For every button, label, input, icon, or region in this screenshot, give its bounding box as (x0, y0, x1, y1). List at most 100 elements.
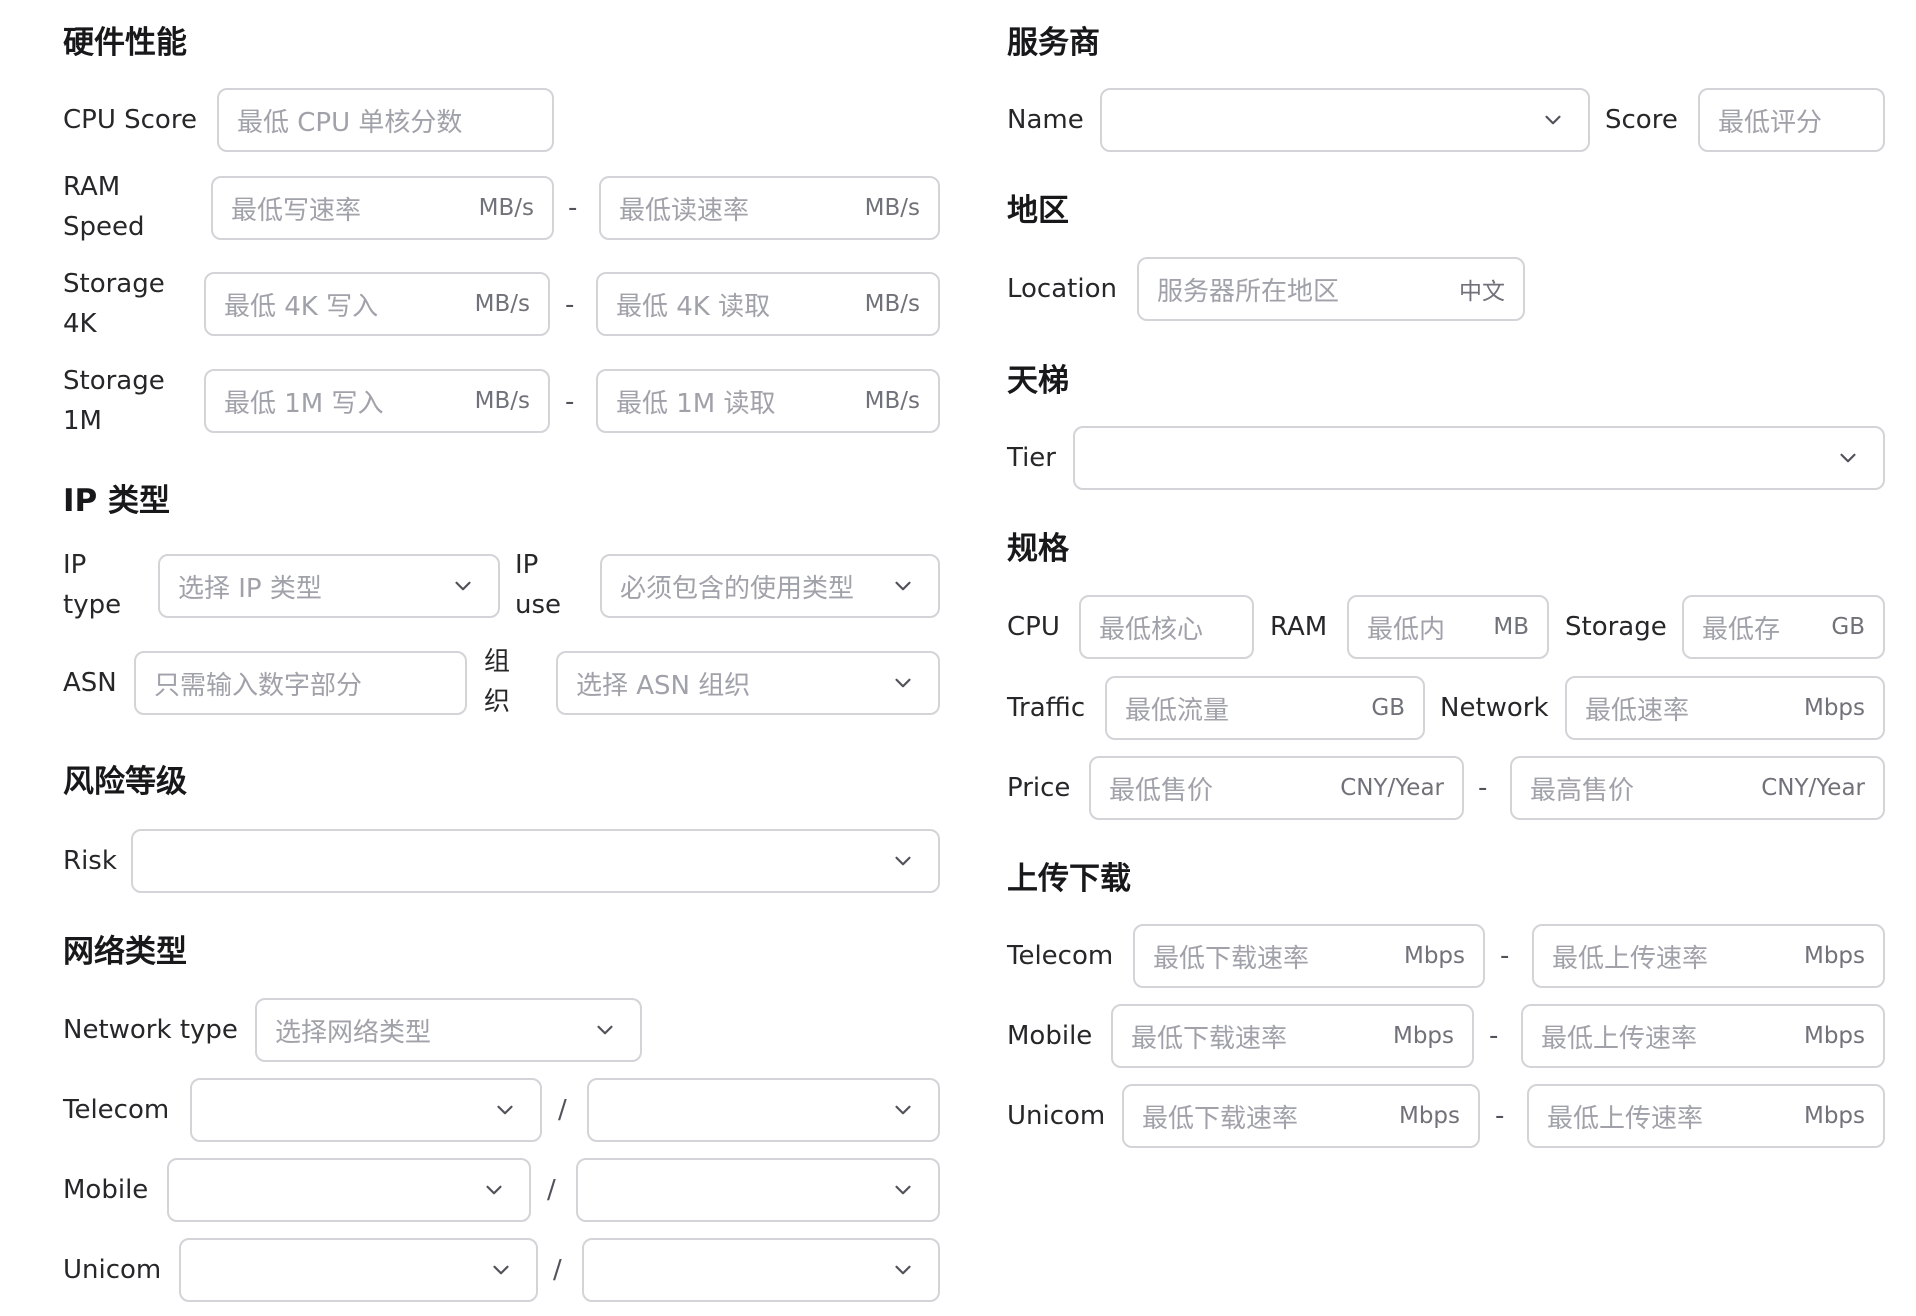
risk-select[interactable] (131, 829, 940, 893)
spec-network-input[interactable]: 最低速率 Mbps (1565, 676, 1885, 740)
provider-score-label: Score (1605, 105, 1678, 135)
mobile-min-upload-input[interactable]: 最低上传速率 Mbps (1521, 1004, 1885, 1068)
unit-label: Mbps (1392, 1023, 1454, 1049)
unit-label: MB/s (864, 291, 920, 317)
storage-4k-min-read-input[interactable]: 最低 4K 读取 MB/s (596, 272, 940, 336)
ram-min-write-input[interactable]: 最低写速率 MB/s (211, 176, 554, 240)
unit-label: CNY/Year (1761, 775, 1865, 801)
tier-select[interactable] (1073, 426, 1885, 490)
storage-4k-min-read-placeholder: 最低 4K 读取 (616, 291, 771, 322)
chevron-down-icon (492, 1097, 518, 1123)
ip-use-label-line1: IP (515, 550, 539, 580)
language-tag[interactable]: 中文 (1459, 272, 1523, 306)
asn-org-select[interactable]: 选择 ASN 组织 (556, 651, 940, 715)
network-telecom-select-1[interactable] (190, 1078, 542, 1142)
network-mobile-select-1[interactable] (167, 1158, 531, 1222)
risk-label: Risk (63, 846, 117, 876)
unit-label: MB/s (864, 195, 920, 221)
spec-price-max-input[interactable]: 最高售价 CNY/Year (1510, 756, 1885, 820)
cpu-score-label: CPU Score (63, 105, 197, 135)
cpu-score-placeholder: 最低 CPU 单核分数 (237, 107, 463, 138)
ram-min-read-placeholder: 最低读速率 (619, 195, 750, 226)
unit-label: MB (1493, 614, 1529, 640)
spec-ram-placeholder: 最低内 (1367, 614, 1446, 645)
network-unicom-select-2[interactable] (582, 1238, 940, 1302)
mobile-min-upload-placeholder: 最低上传速率 (1541, 1023, 1698, 1054)
telecom-min-upload-input[interactable]: 最低上传速率 Mbps (1532, 924, 1885, 988)
provider-score-input[interactable]: 最低评分 (1698, 88, 1885, 152)
spec-network-label: Network (1440, 693, 1549, 723)
unicom-min-download-input[interactable]: 最低下载速率 Mbps (1122, 1084, 1480, 1148)
unicom-min-upload-input[interactable]: 最低上传速率 Mbps (1527, 1084, 1885, 1148)
unit-label: MB/s (474, 291, 530, 317)
ram-speed-label-line2: Speed (63, 212, 145, 242)
spec-traffic-input[interactable]: 最低流量 GB (1105, 676, 1425, 740)
network-unicom-select-1[interactable] (179, 1238, 538, 1302)
chevron-down-icon (890, 573, 916, 599)
range-separator: - (1478, 773, 1488, 803)
ip-type-select[interactable]: 选择 IP 类型 (158, 554, 500, 618)
section-title-risk: 风险等级 (63, 764, 187, 800)
network-type-select[interactable]: 选择网络类型 (255, 998, 642, 1062)
network-mobile-select-2[interactable] (576, 1158, 940, 1222)
network-unicom-label: Unicom (63, 1255, 162, 1285)
storage-4k-label-line1: Storage (63, 269, 165, 299)
ip-use-label-line2: use (515, 590, 562, 620)
ip-type-label: IP type (63, 545, 121, 625)
ip-use-select[interactable]: 必须包含的使用类型 (600, 554, 940, 618)
unit-label: GB (1371, 695, 1405, 721)
network-mobile-label: Mobile (63, 1175, 149, 1205)
telecom-min-download-input[interactable]: 最低下载速率 Mbps (1133, 924, 1485, 988)
range-separator: - (1495, 1101, 1505, 1131)
storage-1m-label: Storage 1M (63, 361, 165, 441)
section-title-ladder: 天梯 (1007, 363, 1069, 399)
spec-traffic-label: Traffic (1007, 693, 1086, 723)
spec-price-min-input[interactable]: 最低售价 CNY/Year (1089, 756, 1464, 820)
ram-min-read-input[interactable]: 最低读速率 MB/s (599, 176, 940, 240)
spec-storage-placeholder: 最低存 (1702, 614, 1781, 645)
chevron-down-icon (890, 1257, 916, 1283)
location-input[interactable]: 服务器所在地区 中文 (1137, 257, 1525, 321)
section-title-provider: 服务商 (1007, 25, 1100, 61)
mobile-min-download-placeholder: 最低下载速率 (1131, 1023, 1288, 1054)
range-separator: - (568, 193, 578, 223)
provider-name-label: Name (1007, 105, 1084, 135)
chevron-down-icon (890, 670, 916, 696)
slash-separator: / (558, 1095, 567, 1125)
mobile-min-download-input[interactable]: 最低下载速率 Mbps (1111, 1004, 1474, 1068)
tier-label: Tier (1007, 443, 1056, 473)
unit-label: Mbps (1803, 1023, 1865, 1049)
asn-org-label-line1: 组 (484, 647, 511, 677)
provider-name-select[interactable] (1100, 88, 1590, 152)
asn-label: ASN (63, 668, 117, 698)
network-telecom-label: Telecom (63, 1095, 170, 1125)
storage-1m-min-read-input[interactable]: 最低 1M 读取 MB/s (596, 369, 940, 433)
network-telecom-select-2[interactable] (587, 1078, 940, 1142)
storage-4k-min-write-input[interactable]: 最低 4K 写入 MB/s (204, 272, 550, 336)
ip-use-placeholder: 必须包含的使用类型 (620, 573, 855, 604)
spec-storage-input[interactable]: 最低存 GB (1682, 595, 1885, 659)
section-title-hardware: 硬件性能 (63, 25, 187, 61)
spec-ram-input[interactable]: 最低内 MB (1347, 595, 1549, 659)
storage-1m-min-write-input[interactable]: 最低 1M 写入 MB/s (204, 369, 550, 433)
section-title-updown: 上传下载 (1007, 861, 1131, 897)
spec-cpu-label: CPU (1007, 612, 1060, 642)
spec-cpu-input[interactable]: 最低核心 (1079, 595, 1254, 659)
spec-storage-label: Storage (1565, 612, 1667, 642)
updown-mobile-label: Mobile (1007, 1021, 1093, 1051)
section-title-ip: IP 类型 (63, 483, 171, 519)
ram-speed-label-line1: RAM (63, 172, 121, 202)
chevron-down-icon (488, 1257, 514, 1283)
cpu-score-input[interactable]: 最低 CPU 单核分数 (217, 88, 554, 152)
range-separator: - (565, 387, 575, 417)
spec-cpu-placeholder: 最低核心 (1099, 614, 1204, 645)
chevron-down-icon (890, 1097, 916, 1123)
asn-input[interactable]: 只需输入数字部分 (134, 651, 467, 715)
slash-separator: / (553, 1255, 562, 1285)
unit-label: Mbps (1398, 1103, 1460, 1129)
section-title-network: 网络类型 (63, 934, 187, 970)
asn-org-placeholder: 选择 ASN 组织 (576, 670, 751, 701)
storage-4k-min-write-placeholder: 最低 4K 写入 (224, 291, 379, 322)
ip-type-label-line1: IP (63, 550, 87, 580)
provider-score-placeholder: 最低评分 (1718, 107, 1823, 138)
